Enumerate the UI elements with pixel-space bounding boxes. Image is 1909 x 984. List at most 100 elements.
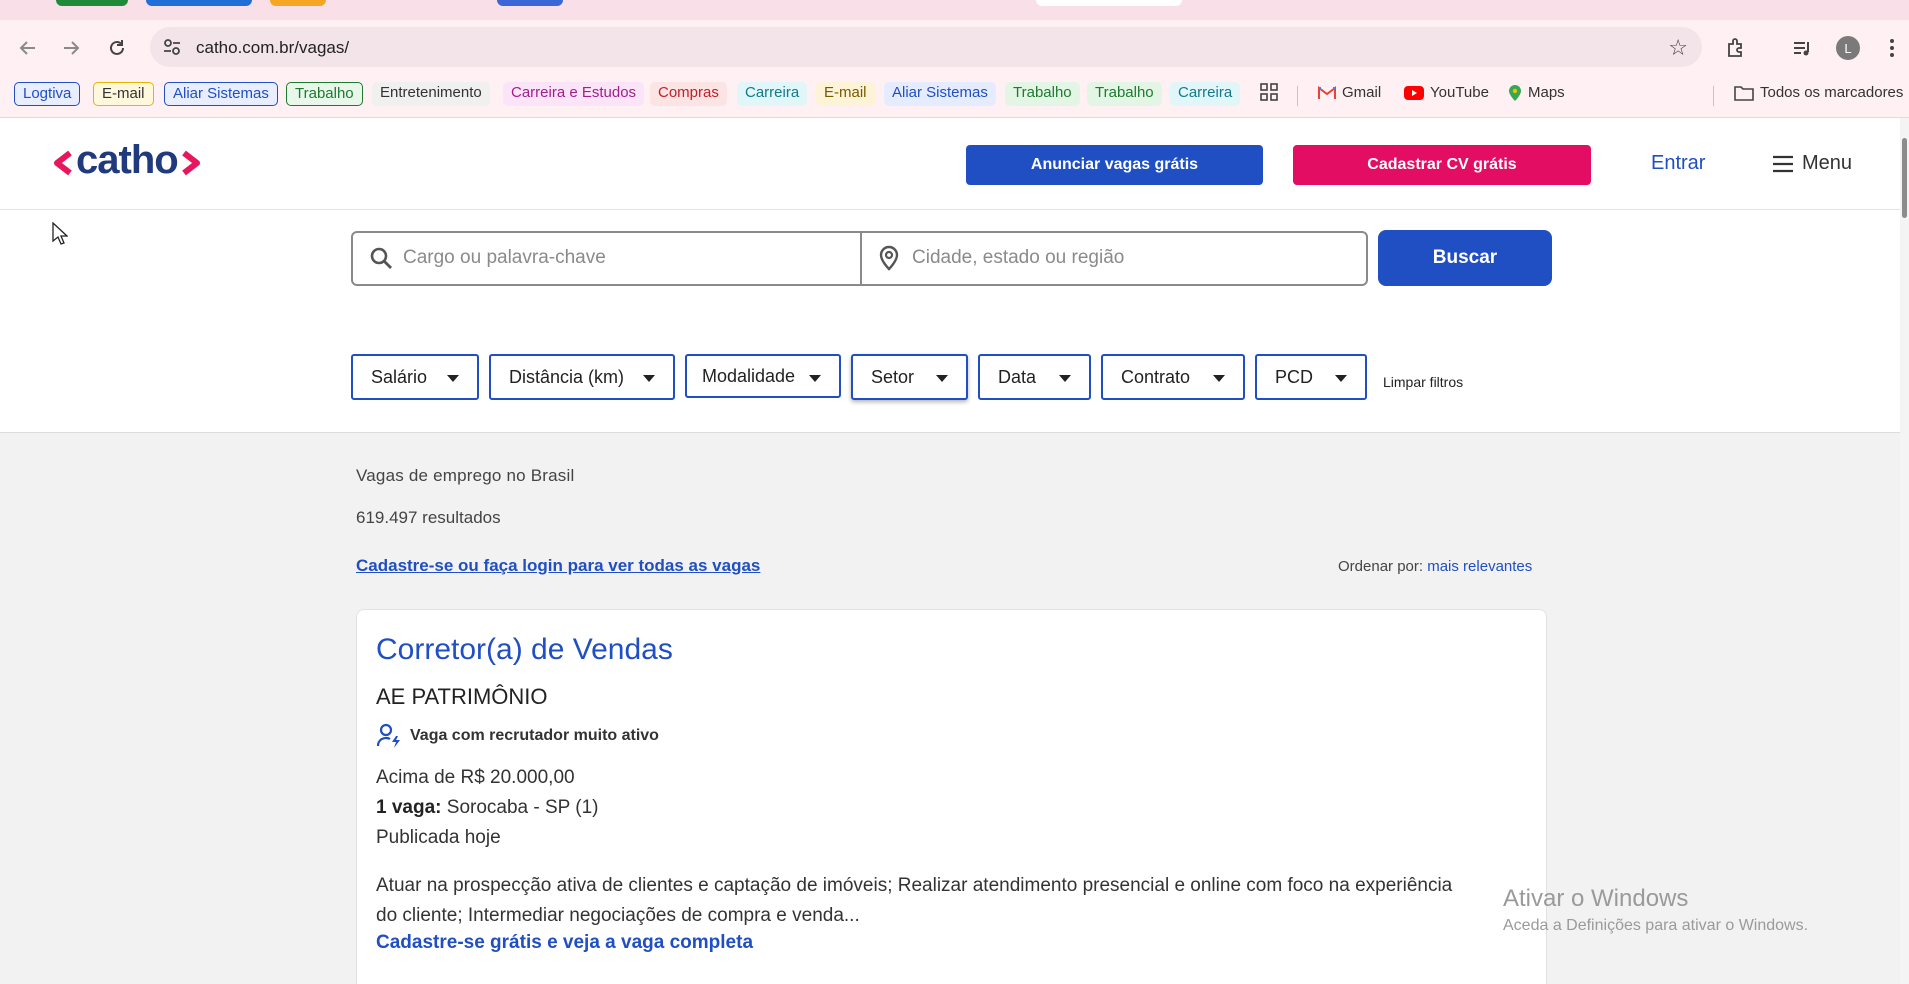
job-title[interactable]: Corretor(a) de Vendas bbox=[376, 633, 673, 667]
job-salary: Acima de R$ 20.000,00 bbox=[376, 767, 575, 788]
bookmark-email-2[interactable]: E-mail bbox=[816, 82, 875, 106]
filter-label: Distância (km) bbox=[509, 366, 625, 387]
extensions-icon[interactable] bbox=[1722, 34, 1750, 62]
logo-text: catho bbox=[76, 137, 179, 182]
filter-distance[interactable]: Distância (km) bbox=[489, 354, 675, 400]
back-arrow-icon bbox=[19, 41, 35, 55]
bookmark-aliar-sistemas[interactable]: Aliar Sistemas bbox=[164, 82, 278, 106]
chevron-down-icon bbox=[1213, 375, 1225, 382]
bookmark-email[interactable]: E-mail bbox=[93, 82, 154, 106]
browser-tab[interactable] bbox=[56, 0, 128, 6]
browser-tab[interactable] bbox=[270, 0, 326, 6]
bookmark-carreira-estudos[interactable]: Carreira e Estudos bbox=[503, 82, 645, 106]
bookmark-aliar-sistemas-2[interactable]: Aliar Sistemas bbox=[884, 82, 996, 106]
forward-button[interactable] bbox=[56, 33, 86, 63]
media-controls-icon[interactable] bbox=[1788, 34, 1816, 62]
search-button[interactable]: Buscar bbox=[1378, 230, 1552, 286]
menu-button[interactable]: Menu bbox=[1772, 152, 1852, 175]
location-input[interactable]: Cidade, estado ou região bbox=[912, 247, 1124, 269]
results-heading: Vagas de emprego no Brasil bbox=[356, 466, 575, 485]
scrollbar-thumb[interactable] bbox=[1902, 138, 1907, 218]
search-icon bbox=[370, 247, 392, 269]
browser-tab[interactable] bbox=[497, 0, 563, 6]
sort-value[interactable]: mais relevantes bbox=[1427, 558, 1532, 575]
page-scrollbar[interactable] bbox=[1900, 118, 1909, 984]
filter-sector[interactable]: Setor bbox=[851, 354, 968, 400]
location-pin-icon bbox=[879, 245, 899, 271]
chevron-down-icon bbox=[1335, 375, 1347, 382]
view-full-job-link[interactable]: Cadastre-se grátis e veja a vaga complet… bbox=[376, 932, 753, 954]
reload-icon bbox=[110, 40, 124, 55]
advertise-jobs-button[interactable]: Anunciar vagas grátis bbox=[966, 145, 1263, 185]
login-prompt-link[interactable]: Cadastre-se ou faça login para ver todas… bbox=[356, 556, 760, 576]
sort-control[interactable]: Ordenar por: mais relevantes bbox=[1338, 558, 1532, 575]
menu-label: Menu bbox=[1802, 152, 1853, 174]
bookmark-separator bbox=[1297, 86, 1298, 106]
sort-label: Ordenar por: bbox=[1338, 558, 1424, 575]
chevron-down-icon bbox=[643, 375, 655, 382]
address-url[interactable]: catho.com.br/vagas/ bbox=[196, 38, 349, 58]
browser-tab-active[interactable] bbox=[1036, 0, 1182, 6]
bookmark-logtiva[interactable]: Logtiva bbox=[14, 82, 81, 106]
filter-label: Setor bbox=[871, 366, 915, 387]
search-divider bbox=[860, 233, 862, 284]
bookmark-carreira-2[interactable]: Carreira bbox=[1170, 82, 1241, 106]
watermark-title: Ativar o Windows bbox=[1503, 885, 1689, 912]
bookmark-entretenimento[interactable]: Entretenimento bbox=[372, 82, 490, 106]
catho-logo[interactable]: catho bbox=[52, 138, 202, 184]
site-settings-icon[interactable] bbox=[162, 37, 182, 57]
job-published: Publicada hoje bbox=[376, 827, 501, 848]
company-name: AE PATRIMÔNIO bbox=[376, 684, 548, 709]
bookmark-separator bbox=[1713, 86, 1714, 106]
more-options-icon[interactable] bbox=[1878, 34, 1906, 62]
filter-pcd[interactable]: PCD bbox=[1255, 354, 1367, 400]
site-header: catho Anunciar vagas grátis Cadastrar CV… bbox=[0, 118, 1900, 210]
bookmark-youtube[interactable]: YouTube bbox=[1396, 82, 1497, 106]
filter-modality[interactable]: Modalidade bbox=[685, 354, 841, 398]
bookmark-trabalho[interactable]: Trabalho bbox=[286, 82, 363, 106]
logo-left-chevron-icon bbox=[54, 150, 72, 176]
filter-label: Modalidade bbox=[702, 365, 796, 386]
logo-right-chevron-icon bbox=[181, 150, 200, 176]
reload-button[interactable] bbox=[102, 33, 132, 63]
bookmark-maps[interactable]: Maps bbox=[1500, 82, 1573, 106]
address-bar[interactable]: catho.com.br/vagas/ ☆ bbox=[150, 27, 1702, 67]
chevron-down-icon bbox=[936, 375, 948, 382]
clear-filters-link[interactable]: Limpar filtros bbox=[1383, 374, 1463, 390]
bookmark-trabalho-3[interactable]: Trabalho bbox=[1087, 82, 1162, 106]
profile-avatar[interactable]: L bbox=[1836, 36, 1860, 60]
search-section: Cargo ou palavra-chave Cidade, estado ou… bbox=[0, 210, 1900, 433]
filter-label: Data bbox=[998, 366, 1037, 387]
chevron-down-icon bbox=[1059, 375, 1071, 382]
bookmark-compras[interactable]: Compras bbox=[650, 82, 727, 106]
bookmark-gmail[interactable]: Gmail bbox=[1310, 82, 1389, 106]
watermark-subtitle: Aceda a Definições para ativar o Windows… bbox=[1503, 917, 1809, 934]
search-form: Cargo ou palavra-chave Cidade, estado ou… bbox=[351, 231, 1368, 286]
back-button[interactable] bbox=[13, 33, 43, 63]
bookmark-gmail-label: Gmail bbox=[1342, 84, 1382, 101]
active-recruiter-icon bbox=[376, 723, 400, 748]
bookmark-trabalho-2[interactable]: Trabalho bbox=[1005, 82, 1080, 106]
filter-label: PCD bbox=[1275, 366, 1314, 387]
hamburger-icon bbox=[1773, 155, 1793, 172]
bookmark-maps-label: Maps bbox=[1528, 84, 1565, 101]
bookmark-youtube-label: YouTube bbox=[1430, 84, 1489, 101]
filter-salary[interactable]: Salário bbox=[351, 354, 479, 400]
browser-tab[interactable] bbox=[146, 0, 252, 6]
browser-tab-strip bbox=[0, 0, 1909, 20]
bookmark-carreira[interactable]: Carreira bbox=[737, 82, 808, 106]
all-bookmarks-folder[interactable]: Todos os marcadores bbox=[1726, 82, 1909, 106]
login-link[interactable]: Entrar bbox=[1651, 152, 1705, 175]
results-count: 619.497 resultados bbox=[356, 508, 501, 527]
filter-date[interactable]: Data bbox=[978, 354, 1091, 400]
job-location: Sorocaba - SP (1) bbox=[446, 797, 599, 818]
maps-icon bbox=[1509, 85, 1521, 102]
filter-contract[interactable]: Contrato bbox=[1101, 354, 1245, 400]
keyword-input[interactable]: Cargo ou palavra-chave bbox=[403, 247, 606, 269]
bookmark-star-icon[interactable]: ☆ bbox=[1668, 35, 1688, 61]
register-cv-button[interactable]: Cadastrar CV grátis bbox=[1293, 145, 1591, 185]
job-openings: 1 vaga: Sorocaba - SP (1) bbox=[376, 797, 599, 819]
chevron-down-icon bbox=[447, 375, 459, 382]
all-bookmarks-label: Todos os marcadores bbox=[1760, 84, 1904, 101]
apps-grid-icon[interactable] bbox=[1252, 83, 1286, 107]
